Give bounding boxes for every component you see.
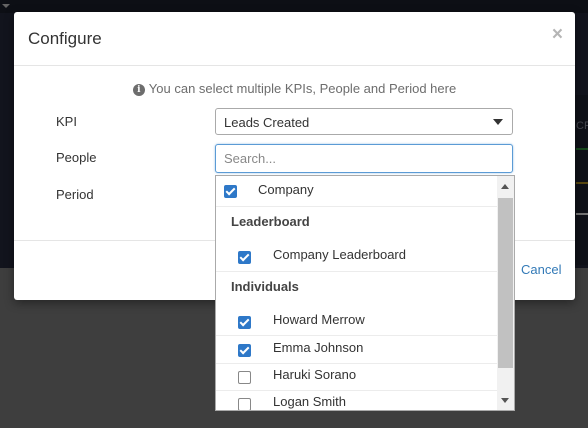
option-label: Company — [258, 182, 314, 197]
option-emma-johnson[interactable]: Emma Johnson — [216, 335, 497, 363]
cancel-button[interactable]: Cancel — [521, 262, 561, 277]
dropdown-scrollbar[interactable] — [497, 176, 514, 410]
option-company[interactable]: Company — [216, 176, 497, 206]
scrollbar-thumb[interactable] — [498, 198, 513, 368]
checkbox-unchecked-icon[interactable] — [238, 371, 251, 384]
scroll-down-arrow-icon[interactable] — [501, 398, 509, 403]
checkbox-unchecked-icon[interactable] — [238, 398, 251, 410]
kpi-select[interactable]: Leads Created — [215, 108, 513, 135]
option-label: Logan Smith — [273, 394, 346, 409]
info-circle-icon: i — [132, 84, 145, 96]
close-icon[interactable]: × — [552, 25, 563, 44]
info-text: You can select multiple KPIs, People and… — [148, 81, 457, 96]
option-label: Howard Merrow — [273, 312, 365, 327]
checkbox-checked-icon[interactable] — [224, 185, 237, 198]
option-label: Emma Johnson — [273, 340, 364, 355]
chevron-down-icon[interactable] — [493, 119, 503, 125]
option-company-leaderboard[interactable]: Company Leaderboard — [216, 240, 497, 270]
group-header-leaderboard: Leaderboard — [231, 214, 310, 229]
divider — [216, 271, 497, 272]
people-search-input[interactable] — [224, 146, 504, 171]
people-label: People — [56, 150, 97, 165]
option-label: Haruki Sorano — [273, 367, 357, 382]
checkbox-checked-icon[interactable] — [238, 316, 251, 329]
option-howard-merrow[interactable]: Howard Merrow — [216, 307, 497, 335]
option-label: Company Leaderboard — [273, 247, 406, 262]
kpi-selected-value: Leads Created — [224, 115, 310, 130]
people-dropdown: Company Leaderboard Company Leaderboard … — [215, 175, 515, 411]
people-search-box[interactable] — [215, 144, 513, 173]
kpi-label: KPI — [56, 114, 77, 129]
info-message: i You can select multiple KPIs, People an… — [14, 81, 575, 96]
checkbox-checked-icon[interactable] — [238, 251, 251, 264]
divider — [216, 206, 497, 207]
modal-title: Configure — [28, 29, 102, 48]
option-logan-smith[interactable]: Logan Smith — [216, 390, 497, 410]
option-haruki-sorano[interactable]: Haruki Sorano — [216, 363, 497, 390]
group-header-individuals: Individuals — [231, 279, 299, 294]
checkbox-checked-icon[interactable] — [238, 344, 251, 357]
period-label: Period — [56, 187, 94, 202]
modal-header: Configure × — [14, 12, 575, 66]
scroll-up-arrow-icon[interactable] — [501, 184, 509, 189]
